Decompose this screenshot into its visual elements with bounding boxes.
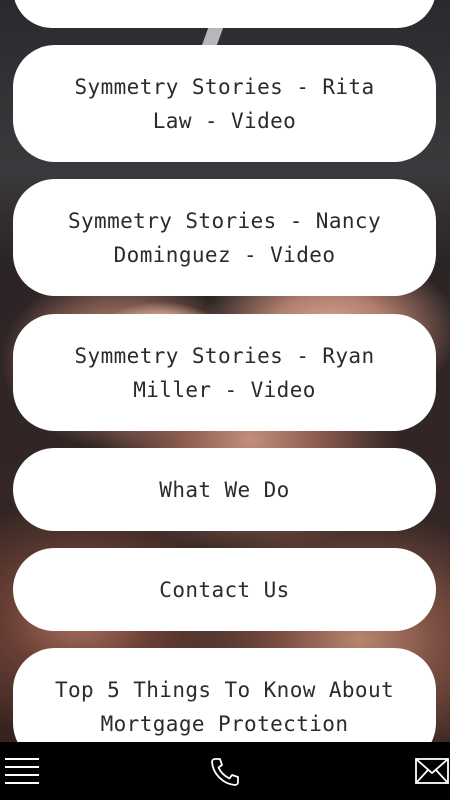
hamburger-menu-icon[interactable] xyxy=(5,758,39,786)
menu-item-label: Symmetry Stories - Rita Law - Video xyxy=(74,74,375,133)
menu-item-what-we-do[interactable]: What We Do xyxy=(13,448,436,531)
menu-item-label: Contact Us xyxy=(159,577,290,602)
menu-item-label: What We Do xyxy=(159,477,290,502)
menu-item-rita-law-video[interactable]: Symmetry Stories - Rita Law - Video xyxy=(13,45,436,162)
menu-list: Symmetry Stories - Rita Law - Video Symm… xyxy=(13,0,436,742)
menu-item-contact-us[interactable]: Contact Us xyxy=(13,548,436,631)
menu-item-nancy-dominguez-video[interactable]: Symmetry Stories - Nancy Dominguez - Vid… xyxy=(13,179,436,296)
menu-item-ryan-miller-video[interactable]: Symmetry Stories - Ryan Miller - Video xyxy=(13,314,436,431)
menu-item-label: Symmetry Stories - Ryan Miller - Video xyxy=(74,343,375,402)
menu-item-mortgage-protection[interactable]: Top 5 Things To Know About Mortgage Prot… xyxy=(13,648,436,742)
menu-item-label: Symmetry Stories - Nancy Dominguez - Vid… xyxy=(67,208,382,267)
bottom-action-bar xyxy=(0,742,450,800)
phone-icon[interactable] xyxy=(208,755,242,789)
menu-item-partial[interactable] xyxy=(13,0,436,28)
menu-item-label: Top 5 Things To Know About Mortgage Prot… xyxy=(54,677,395,736)
envelope-icon[interactable] xyxy=(415,758,449,784)
